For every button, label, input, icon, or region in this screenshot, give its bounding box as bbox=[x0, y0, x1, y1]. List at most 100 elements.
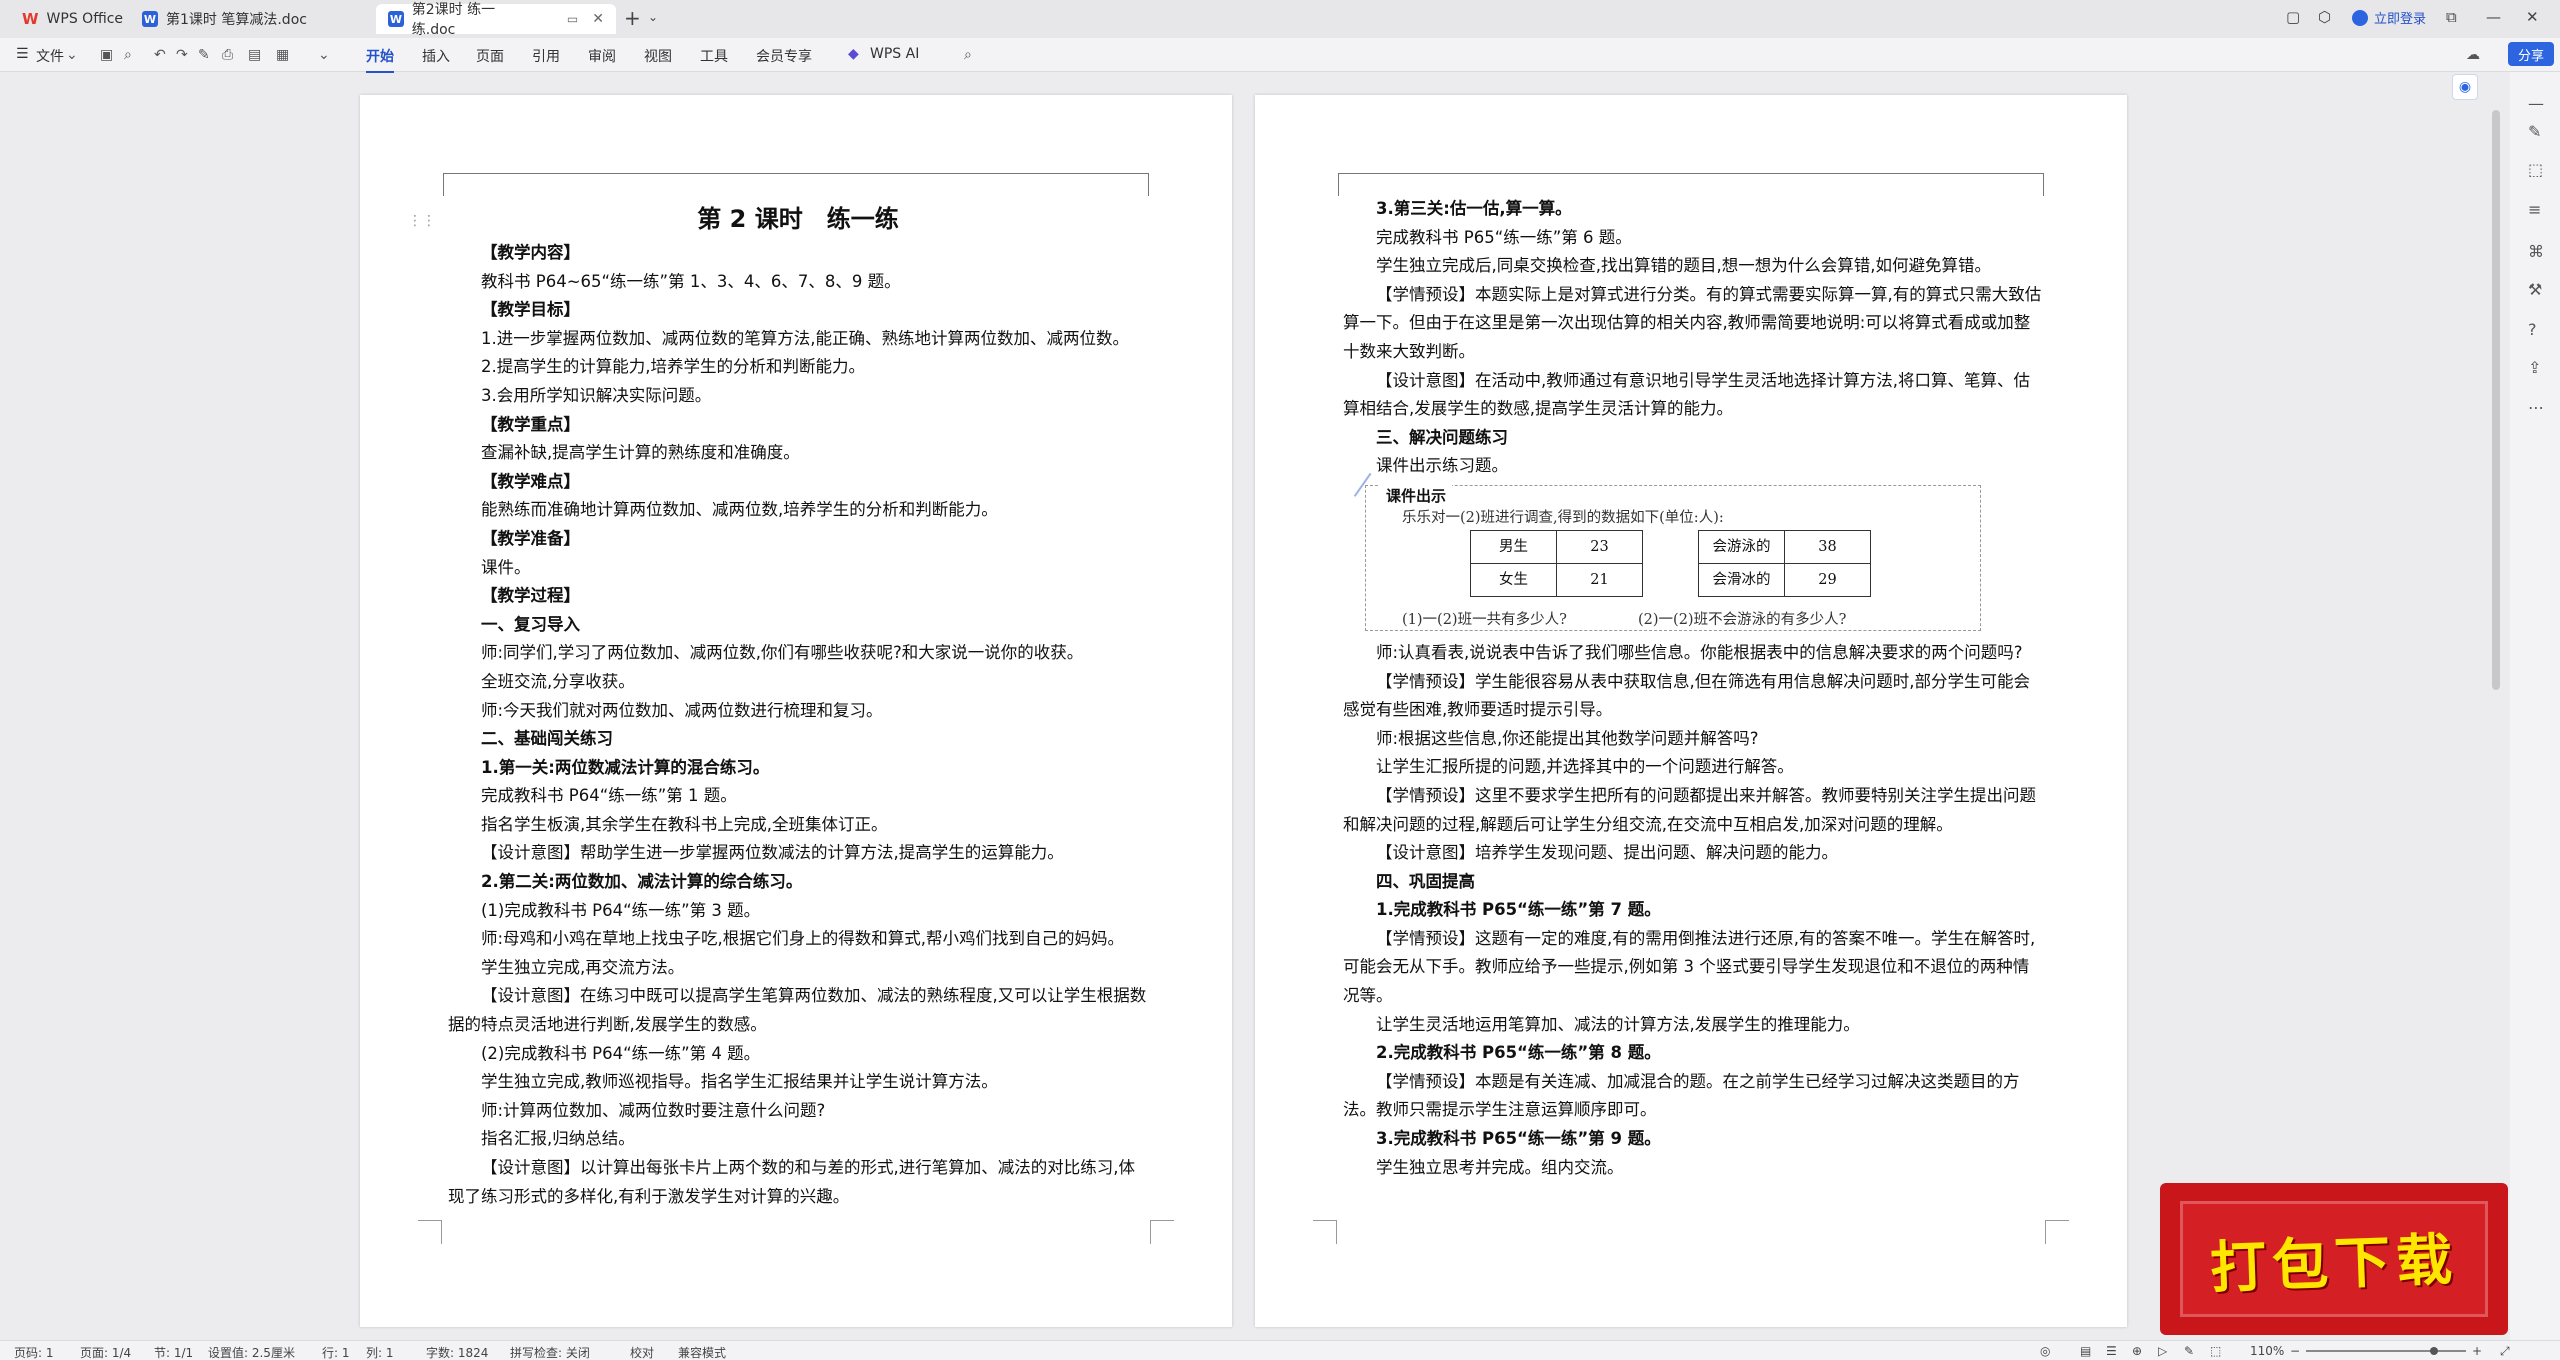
status-section[interactable]: 节: 1/1 bbox=[154, 1344, 193, 1360]
zoom-slider[interactable] bbox=[2306, 1350, 2466, 1352]
hamburger-icon[interactable]: ☰ bbox=[16, 46, 29, 62]
menu-home[interactable]: 开始 bbox=[366, 46, 394, 73]
share-button[interactable]: 分享 bbox=[2508, 42, 2554, 66]
courseware-figure: 课件出示 乐乐对一(2)班进行调查,得到的数据如下(单位:人): 男生 23 女… bbox=[1353, 472, 1981, 631]
status-proof[interactable]: 校对 bbox=[630, 1344, 654, 1360]
window-layout-icon[interactable]: ▢ bbox=[2286, 8, 2300, 26]
status-words[interactable]: 字数: 1824 bbox=[426, 1344, 488, 1360]
body-paragraph: 师:今天我们就对两位数加、减两位数进行梳理和复习。 bbox=[481, 700, 883, 720]
location-icon[interactable]: ◉ bbox=[2452, 74, 2478, 100]
undo-icon[interactable]: ↶ bbox=[154, 47, 166, 63]
document-page-2: 3.第三关:估一估,算一算。 完成教科书 P65“练一练”第 6 题。 学生独立完成… bbox=[1255, 95, 2127, 1327]
image-icon[interactable]: ▤ bbox=[248, 47, 261, 63]
page-view-icon[interactable]: ▤ bbox=[2080, 1344, 2091, 1358]
web-view-icon[interactable]: ⊕ bbox=[2132, 1344, 2142, 1358]
download-package-badge[interactable]: 打包下载 bbox=[2160, 1183, 2508, 1335]
menu-reference[interactable]: 引用 bbox=[532, 46, 560, 66]
menu-insert[interactable]: 插入 bbox=[422, 46, 450, 66]
zoom-in-icon[interactable]: + bbox=[2472, 1344, 2482, 1358]
cube-icon[interactable]: ⬡ bbox=[2318, 8, 2331, 26]
close-window-icon[interactable]: ✕ bbox=[2526, 8, 2539, 26]
eye-protect-icon[interactable]: ◎ bbox=[2040, 1344, 2050, 1358]
search-icon[interactable]: ⌕ bbox=[964, 47, 972, 63]
vertical-scrollbar[interactable] bbox=[2492, 110, 2500, 690]
chevron-down-icon[interactable]: ⌄ bbox=[318, 47, 330, 63]
wps-ai-icon: ◆ bbox=[848, 46, 859, 62]
table-cell: 男生 bbox=[1470, 529, 1557, 564]
section-heading: 2.完成教科书 P65“练一练”第 8 题。 bbox=[1376, 1043, 1661, 1063]
table-cell: 21 bbox=[1556, 562, 1643, 597]
body-paragraph: 让学生灵活地运用笔算加、减法的计算方法,发展学生的推理能力。 bbox=[1376, 1014, 1860, 1034]
read-mode-icon[interactable]: ⬚ bbox=[2210, 1344, 2221, 1358]
body-paragraph: 师:认真看表,说说表中告诉了我们哪些信息。你能根据表中的信息解决要求的两个问题吗… bbox=[1376, 642, 2023, 662]
minimize-panel-icon[interactable]: — bbox=[2528, 94, 2544, 113]
status-col[interactable]: 列: 1 bbox=[366, 1344, 394, 1360]
new-tab-icon[interactable]: + bbox=[624, 6, 641, 30]
badge-text: 打包下载 bbox=[2209, 1226, 2460, 1301]
write-icon[interactable]: ✎ bbox=[2184, 1344, 2194, 1358]
page-2-content: 3.第三关:估一估,算一算。 完成教科书 P65“练一练”第 6 题。 学生独立完成… bbox=[1343, 195, 2043, 1182]
status-pages[interactable]: 页面: 1/4 bbox=[80, 1344, 131, 1360]
menu-wps-ai[interactable]: WPS AI bbox=[870, 46, 919, 62]
select-icon[interactable]: ⬚ bbox=[2528, 160, 2543, 179]
restore-window-icon[interactable]: ⧉ bbox=[2446, 8, 2457, 26]
body-paragraph: 1.进一步掌握两位数加、减两位数的笔算方法,能正确、熟练地计算两位数加、减两位数… bbox=[481, 328, 1129, 348]
login-button[interactable]: 立即登录 bbox=[2352, 8, 2426, 27]
lesson-title: 第 2 课时 练一练 bbox=[697, 205, 899, 233]
tab-doc2[interactable]: W 第2课时 练一练.doc ▭ ✕ bbox=[376, 2, 616, 38]
tab-wps-home[interactable]: W WPS Office bbox=[10, 4, 136, 34]
menu-review[interactable]: 审阅 bbox=[588, 46, 616, 66]
zoom-slider-handle[interactable] bbox=[2430, 1347, 2438, 1355]
translate-icon[interactable]: ⌘ bbox=[2528, 242, 2544, 261]
design-note: 【学情预设】这题有一定的难度,有的需用倒推法进行还原,有的答案不唯一。学生在解答… bbox=[1343, 928, 2036, 1006]
chevron-down-icon[interactable]: ⌄ bbox=[66, 47, 78, 63]
status-page[interactable]: 页码: 1 bbox=[14, 1344, 54, 1360]
status-row[interactable]: 行: 1 bbox=[322, 1344, 350, 1360]
cloud-sync-icon[interactable]: ☁ bbox=[2466, 47, 2480, 63]
adjust-icon[interactable]: ≡ bbox=[2528, 200, 2541, 219]
status-spell[interactable]: 拼写检查: 关闭 bbox=[510, 1344, 590, 1360]
monitor-icon[interactable]: ▭ bbox=[567, 12, 578, 26]
share-panel-icon[interactable]: ⇪ bbox=[2528, 358, 2541, 377]
minimize-icon[interactable]: — bbox=[2486, 8, 2501, 26]
more-icon[interactable]: ⋯ bbox=[2528, 398, 2544, 417]
table-row: 女生 21 bbox=[1470, 562, 1643, 597]
table-row: 男生 23 bbox=[1470, 529, 1643, 564]
body-paragraph: 教科书 P64~65“练一练”第 1、3、4、6、7、8、9 题。 bbox=[481, 271, 901, 291]
body-paragraph: 完成教科书 P65“练一练”第 6 题。 bbox=[1376, 227, 1632, 247]
tab-doc1[interactable]: W 第1课时 笔算减法.doc bbox=[130, 4, 370, 34]
drag-handle-icon[interactable]: ⋮⋮ bbox=[408, 213, 436, 229]
design-note: 【设计意图】培养学生发现问题、提出问题、解决问题的能力。 bbox=[1376, 843, 1838, 863]
outline-view-icon[interactable]: ☰ bbox=[2106, 1344, 2117, 1358]
menu-view[interactable]: 视图 bbox=[644, 46, 672, 66]
menu-page[interactable]: 页面 bbox=[476, 46, 504, 66]
insert-icon[interactable]: ▦ bbox=[276, 47, 289, 63]
close-tab-icon[interactable]: ✕ bbox=[592, 11, 604, 27]
margin-corner bbox=[1150, 1220, 1174, 1244]
menu-member[interactable]: 会员专享 bbox=[756, 46, 812, 66]
body-paragraph: 让学生汇报所提的问题,并选择其中的一个问题进行解答。 bbox=[1376, 757, 1794, 777]
tools-icon[interactable]: ⚒ bbox=[2528, 280, 2542, 299]
table-cell: 29 bbox=[1784, 562, 1871, 597]
design-note: 【设计意图】以计算出每张卡片上两个数的和与差的形式,进行笔算加、减法的对比练习,… bbox=[448, 1158, 1135, 1206]
search-doc-icon[interactable]: ⌕ bbox=[124, 47, 132, 63]
help-icon[interactable]: ? bbox=[2528, 320, 2537, 339]
file-menu[interactable]: 文件 bbox=[36, 46, 64, 66]
save-icon[interactable]: ▣ bbox=[100, 47, 113, 63]
redo-icon[interactable]: ↷ bbox=[176, 47, 188, 63]
header-rule bbox=[443, 173, 1149, 196]
table-cell: 女生 bbox=[1470, 562, 1557, 597]
chevron-down-icon[interactable]: ⌄ bbox=[648, 10, 658, 24]
pen-icon[interactable]: ✎ bbox=[2528, 122, 2541, 141]
zoom-level[interactable]: 110% bbox=[2250, 1344, 2284, 1358]
status-setting[interactable]: 设置值: 2.5厘米 bbox=[208, 1344, 295, 1360]
format-painter-icon[interactable]: ✎ bbox=[198, 47, 210, 63]
menu-tools[interactable]: 工具 bbox=[700, 46, 728, 66]
design-note: 【设计意图】帮助学生进一步掌握两位数减法的计算方法,提高学生的运算能力。 bbox=[481, 843, 1064, 863]
play-icon[interactable]: ▷ bbox=[2158, 1344, 2167, 1358]
print-icon[interactable]: ⎙ bbox=[222, 47, 233, 63]
fit-page-icon[interactable]: ⤢ bbox=[2500, 1344, 2510, 1359]
body-paragraph: 师:计算两位数加、减两位数时要注意什么问题? bbox=[481, 1100, 826, 1120]
margin-corner bbox=[1313, 1220, 1337, 1244]
zoom-out-icon[interactable]: − bbox=[2290, 1344, 2300, 1358]
